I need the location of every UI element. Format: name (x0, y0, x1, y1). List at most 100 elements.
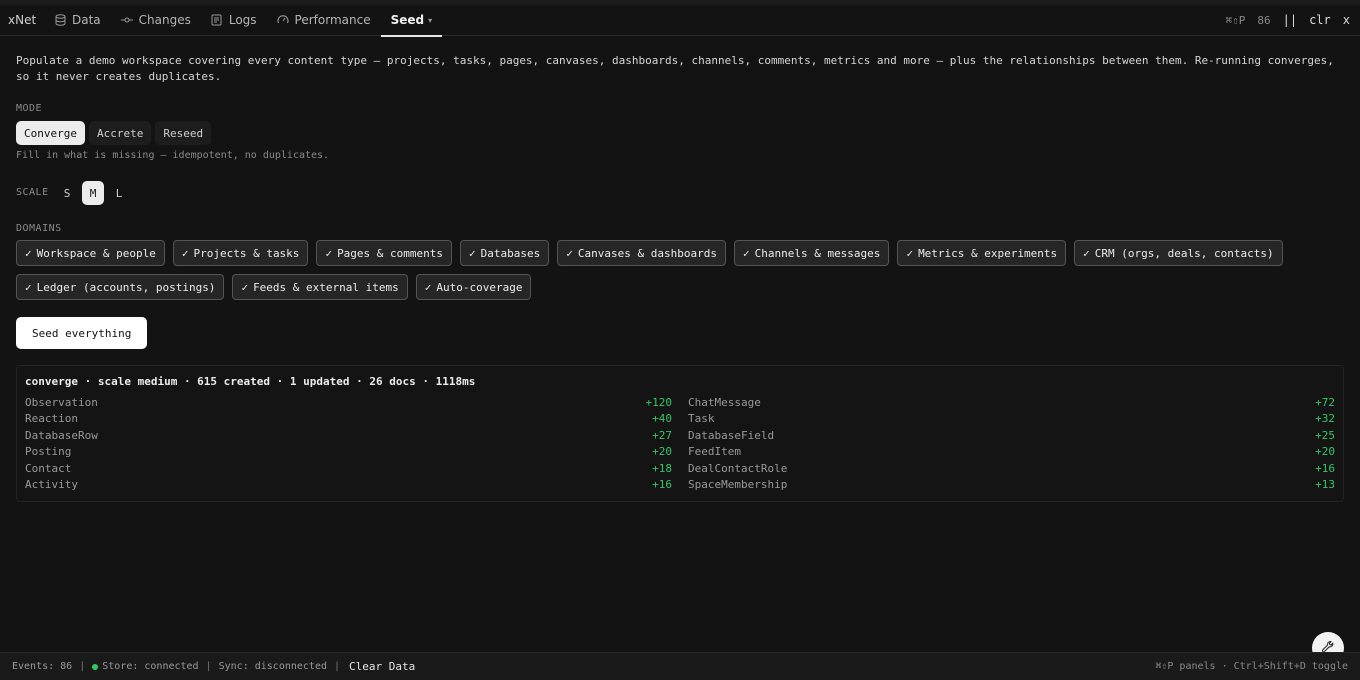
domain-chip-label: Projects & tasks (193, 246, 300, 260)
separator: | (205, 661, 212, 672)
events-count: Events: 86 (12, 661, 73, 672)
result-row: Observation +120 (25, 394, 672, 411)
domain-chip[interactable]: ✓ Workspace & people (16, 240, 165, 266)
domain-chip-label: Auto-coverage (436, 280, 523, 294)
sync-status: Sync: disconnected (218, 661, 327, 672)
domain-chip[interactable]: ✓ Feeds & external items (232, 274, 408, 300)
type-count: +20 (1315, 445, 1335, 459)
type-name: FeedItem (688, 445, 741, 459)
domain-chip[interactable]: ✓ Channels & messages (733, 240, 890, 266)
type-name: DatabaseRow (25, 428, 98, 442)
separator: | (333, 661, 341, 672)
close-button[interactable]: x (1343, 13, 1350, 27)
result-row: FeedItem +20 (688, 444, 1335, 461)
check-icon: ✓ (566, 246, 573, 260)
tab-changes-label: Changes (138, 13, 191, 27)
type-count: +25 (1315, 428, 1335, 442)
domain-chip-label: Canvases & dashboards (577, 246, 717, 260)
domain-chip[interactable]: ✓ Projects & tasks (172, 240, 309, 266)
type-count: +13 (1315, 478, 1335, 492)
result-row: Activity +16 (25, 477, 672, 494)
type-name: Contact (25, 461, 72, 475)
seed-description: Populate a demo workspace covering every… (16, 54, 1334, 83)
check-icon: ✓ (325, 246, 333, 260)
tab-logs[interactable]: Logs (201, 5, 267, 36)
type-name: Activity (25, 478, 78, 492)
check-icon: ✓ (424, 280, 432, 294)
type-count: +20 (652, 445, 672, 459)
mode-option-reseed[interactable]: Reseed (155, 121, 212, 145)
type-count: +120 (645, 395, 673, 409)
domain-chip-label: CRM (orgs, deals, contacts) (1094, 246, 1274, 260)
domain-chip-label: Metrics & experiments (918, 246, 1058, 260)
type-count: +40 (652, 412, 672, 426)
toolbar-right: ⌘⇧P 86 || clr x (1214, 13, 1360, 27)
mode-option-accrete[interactable]: Accrete (88, 121, 152, 145)
chevron-down-icon: ▾ (428, 15, 433, 25)
tab-bar: xNet Data Changes Logs Performance Seed … (0, 5, 1360, 37)
result-row: ChatMessage +72 (688, 394, 1335, 411)
type-name: SpaceMembership (688, 478, 788, 492)
check-icon: ✓ (241, 280, 249, 294)
domain-chip[interactable]: ✓ Canvases & dashboards (557, 240, 726, 266)
domain-chip-label: Channels & messages (754, 246, 881, 260)
scale-option-l[interactable]: L (108, 181, 130, 205)
scale-selector: S M L (56, 181, 130, 205)
domain-chip[interactable]: ✓ Databases (460, 240, 550, 266)
clear-data-button[interactable]: Clear Data (349, 660, 415, 673)
result-column-left: Observation +120 Reaction +40 DatabaseRow +… (25, 394, 672, 493)
tab-performance[interactable]: Performance (267, 5, 381, 36)
domain-chip-label: Databases (480, 246, 541, 260)
type-name: DealContactRole (688, 461, 788, 475)
check-icon: ✓ (906, 246, 914, 260)
type-name: Reaction (25, 412, 78, 426)
check-icon: ✓ (1083, 246, 1090, 260)
check-icon: ✓ (25, 280, 32, 294)
result-row: Reaction +40 (25, 411, 672, 428)
result-row: DatabaseRow +27 (25, 427, 672, 444)
seed-panel: Populate a demo workspace covering every… (16, 37, 1344, 502)
domains-label: DOMAINS (16, 223, 62, 234)
type-name: Task (688, 412, 715, 426)
type-name: Observation (25, 395, 98, 409)
domain-chips: ✓ Workspace & people ✓ Projects & tasks ✓ P… (16, 240, 1346, 300)
domain-chip-label: Workspace & people (36, 246, 156, 260)
keyboard-hint: ⌘⇧P panels · Ctrl+Shift+D toggle (1155, 661, 1348, 672)
type-count: +16 (1315, 461, 1335, 475)
scale-option-m[interactable]: M (82, 181, 104, 205)
store-status-dot (92, 663, 99, 670)
result-row: SpaceMembership +13 (688, 477, 1335, 494)
result-row: Task +32 (688, 411, 1335, 428)
domain-chip[interactable]: ✓ Ledger (accounts, postings) (16, 274, 225, 300)
scale-label: SCALE (16, 187, 49, 198)
tab-changes[interactable]: Changes (111, 5, 201, 36)
mode-hint: Fill in what is missing — idempotent, no… (16, 150, 330, 161)
domain-chip-label: Pages & comments (337, 246, 444, 260)
domain-chip[interactable]: ✓ CRM (orgs, deals, contacts) (1074, 240, 1283, 266)
clear-button[interactable]: clr (1309, 13, 1331, 27)
check-icon: ✓ (25, 246, 32, 260)
tab-data[interactable]: Data (44, 5, 111, 36)
result-row: DealContactRole +16 (688, 460, 1335, 477)
shortcut-hint: ⌘⇧P (1225, 13, 1246, 27)
domain-chip[interactable]: ✓ Metrics & experiments (897, 240, 1067, 266)
tab-seed[interactable]: Seed ▾ (380, 5, 443, 37)
domain-chip[interactable]: ✓ Auto-coverage (415, 274, 532, 300)
mode-option-converge[interactable]: Converge (16, 121, 85, 145)
domain-chip[interactable]: ✓ Pages & comments (316, 240, 453, 266)
type-name: ChatMessage (688, 395, 761, 409)
seed-everything-button[interactable]: Seed everything (16, 317, 148, 349)
store-status: Store: connected (102, 661, 199, 672)
type-count: +72 (1315, 395, 1335, 409)
type-count: +32 (1315, 412, 1335, 426)
pause-button[interactable]: || (1283, 13, 1297, 27)
scale-option-s[interactable]: S (56, 181, 78, 205)
result-grid: Observation +120 Reaction +40 DatabaseRow +… (25, 394, 1335, 493)
result-row: Posting +20 (25, 444, 672, 461)
tab-seed-label: Seed (390, 13, 425, 27)
separator: | (79, 661, 86, 672)
mode-selector: Converge Accrete Reseed (16, 121, 212, 145)
gauge-icon (277, 14, 289, 26)
type-count: +27 (652, 428, 672, 442)
domain-chip-label: Ledger (accounts, postings) (36, 280, 216, 294)
